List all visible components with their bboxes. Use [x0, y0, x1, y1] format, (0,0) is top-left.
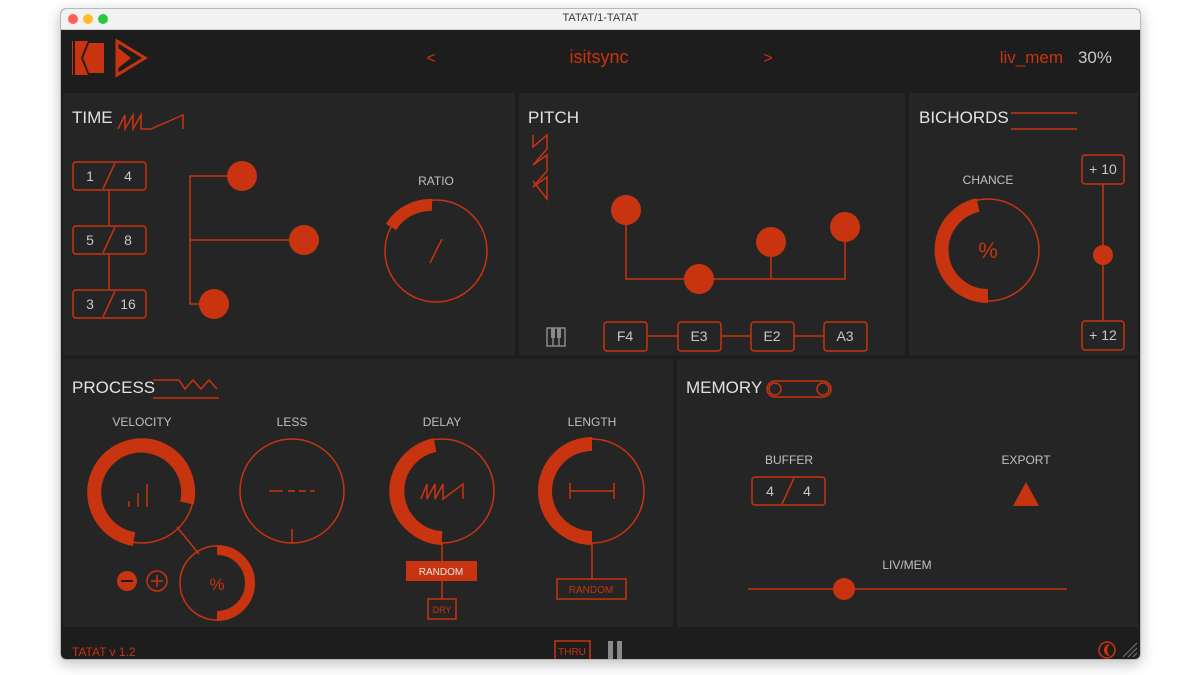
title-bar: TATAT/1-TATAT: [61, 9, 1140, 30]
bichord-top-value: + 10: [1089, 161, 1117, 177]
velocity-label: VELOCITY: [112, 415, 171, 429]
memory-name[interactable]: liv_mem: [1000, 48, 1063, 67]
memory-panel: [677, 359, 1138, 627]
buffer-label: BUFFER: [765, 453, 813, 467]
velocity-decrease-button[interactable]: [117, 571, 137, 591]
time-node-1[interactable]: [227, 161, 257, 191]
livmem-label: LIV/MEM: [882, 558, 931, 572]
memory-percentage: 30%: [1078, 48, 1112, 67]
plugin-canvas: < isitsync > liv_mem 30% TIME 1 4 5 8 3 …: [63, 38, 1138, 659]
next-preset-button[interactable]: >: [763, 50, 772, 67]
bichords-title: BICHORDS: [919, 108, 1009, 127]
preset-name[interactable]: isitsync: [569, 47, 628, 67]
pitch-title: PITCH: [528, 108, 579, 127]
bichord-bottom-value: + 12: [1089, 327, 1117, 343]
bichord-slider-thumb[interactable]: [1093, 245, 1113, 265]
memory-title: MEMORY: [686, 378, 762, 397]
chance-label: CHANCE: [963, 173, 1014, 187]
time-panel: [63, 93, 515, 355]
delay-random-label: RANDOM: [419, 567, 463, 578]
thru-label: THRU: [558, 647, 586, 658]
note-2: E3: [690, 328, 707, 344]
ratio-2-denominator: 8: [124, 232, 132, 248]
chance-symbol: %: [978, 238, 998, 263]
pitch-node-3[interactable]: [756, 227, 786, 257]
ratio-1-denominator: 4: [124, 168, 132, 184]
pitch-node-2[interactable]: [684, 264, 714, 294]
ratio-1-numerator: 1: [86, 168, 94, 184]
length-random-label: RANDOM: [569, 585, 613, 596]
delay-random-button[interactable]: RANDOM: [406, 561, 477, 581]
pitch-node-1[interactable]: [611, 195, 641, 225]
play-icon[interactable]: [115, 38, 148, 78]
pitch-node-4[interactable]: [830, 212, 860, 242]
time-node-3[interactable]: [199, 289, 229, 319]
app-window: TATAT/1-TATAT < isitsync > liv_mem 30% T…: [60, 8, 1141, 660]
ratio-3-denominator: 16: [120, 296, 136, 312]
version-label: TATAT v 1.2: [72, 645, 136, 659]
window-title: TATAT/1-TATAT: [562, 12, 639, 24]
note-3: E2: [763, 328, 780, 344]
logo-icon: [72, 41, 106, 75]
pause-icon[interactable]: [608, 641, 622, 659]
less-label: LESS: [277, 415, 308, 429]
time-node-2[interactable]: [289, 225, 319, 255]
velocity-percent-symbol: %: [209, 575, 224, 594]
time-title: TIME: [72, 108, 113, 127]
ratio-label: RATIO: [418, 174, 454, 188]
prev-preset-button[interactable]: <: [426, 50, 435, 67]
buffer-denominator: 4: [803, 483, 811, 499]
note-4: A3: [836, 328, 853, 344]
resize-grip-icon[interactable]: [1122, 642, 1138, 658]
theme-moon-icon[interactable]: [1098, 641, 1116, 659]
length-label: LENGTH: [568, 415, 617, 429]
export-label: EXPORT: [1001, 453, 1051, 467]
livmem-slider-thumb[interactable]: [833, 578, 855, 600]
delay-dry-label: DRY: [433, 605, 452, 615]
buffer-numerator: 4: [766, 483, 774, 499]
process-title: PROCESS: [72, 378, 155, 397]
delay-label: DELAY: [423, 415, 461, 429]
thru-button[interactable]: THRU: [554, 640, 591, 659]
note-1: F4: [617, 328, 634, 344]
ratio-3-numerator: 3: [86, 296, 94, 312]
ratio-2-numerator: 5: [86, 232, 94, 248]
